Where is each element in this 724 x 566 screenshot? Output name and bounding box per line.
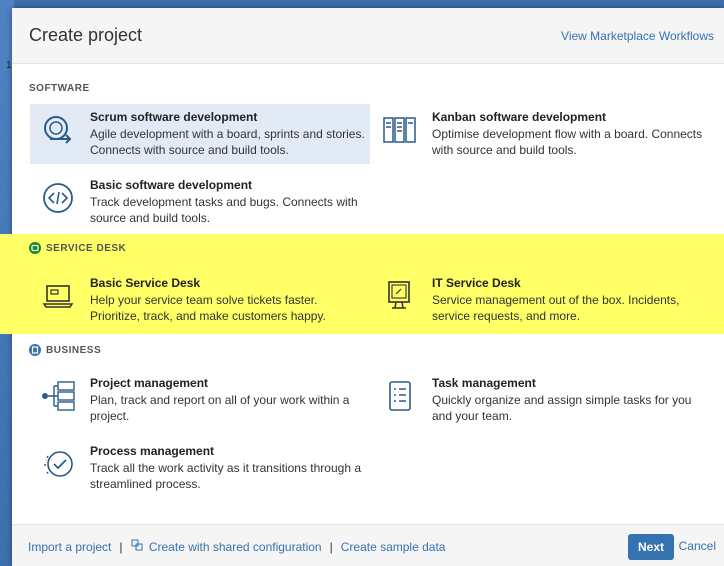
card-description: Optimise development flow with a board. …	[432, 127, 703, 157]
card-title: Task management	[432, 376, 536, 390]
card-description: Quickly organize and assign simple tasks…	[432, 393, 692, 423]
card-title: Basic software development	[90, 178, 253, 192]
project-type-it-service-desk[interactable]: IT Service Desk Service management out o…	[372, 270, 712, 330]
section-header-business: BUSINESS	[29, 340, 101, 360]
project-type-basic-service-desk[interactable]: Basic Service Desk Help your service tea…	[30, 270, 370, 330]
project-type-process-management[interactable]: Process management Track all the work ac…	[30, 438, 370, 498]
card-description: Agile development with a board, sprints …	[90, 127, 365, 157]
card-title: Project management	[90, 376, 209, 390]
footer-separator: |	[119, 539, 123, 554]
footer-separator: |	[329, 539, 333, 554]
laptop-icon	[40, 278, 76, 314]
cancel-link[interactable]: Cancel	[679, 539, 716, 553]
card-title: Kanban software development	[432, 110, 607, 124]
process-check-icon	[40, 446, 76, 482]
dialog-header: Create project View Marketplace Workflow…	[12, 8, 724, 64]
card-description: Track development tasks and bugs. Connec…	[90, 195, 358, 225]
project-type-basic-software[interactable]: Basic software development Track develop…	[30, 172, 370, 232]
section-label: SERVICE DESK	[46, 242, 127, 254]
card-title: Scrum software development	[90, 110, 258, 124]
card-description: Service management out of the box. Incid…	[432, 293, 680, 323]
project-type-task-management[interactable]: Task management Quickly organize and ass…	[372, 370, 712, 430]
task-list-icon	[382, 378, 418, 414]
project-type-kanban[interactable]: Kanban software development Optimise dev…	[372, 104, 712, 164]
business-badge-icon	[29, 344, 41, 356]
code-brackets-icon	[40, 180, 76, 216]
dialog-title: Create project	[29, 25, 143, 45]
scrum-cycle-icon	[40, 112, 76, 148]
dialog-body: SOFTWARE Scrum software development Agil…	[0, 64, 724, 534]
create-shared-config-label: Create with shared configuration	[148, 540, 322, 554]
project-tree-icon	[40, 378, 76, 414]
section-header-software: SOFTWARE	[29, 78, 90, 98]
card-description: Plan, track and report on all of your wo…	[90, 393, 350, 423]
kanban-columns-icon	[382, 112, 418, 148]
shared-config-icon	[131, 539, 143, 551]
create-shared-config-link[interactable]: Create with shared configuration	[131, 539, 322, 554]
create-project-dialog: Create project View Marketplace Workflow…	[0, 8, 724, 566]
project-type-scrum[interactable]: Scrum software development Agile develop…	[30, 104, 370, 164]
card-title: IT Service Desk	[432, 276, 521, 290]
footer-links: Import a project | Create with shared co…	[28, 539, 445, 554]
import-project-link[interactable]: Import a project	[28, 540, 111, 554]
card-title: Basic Service Desk	[90, 276, 201, 290]
monitor-icon	[382, 278, 418, 314]
project-type-project-management[interactable]: Project management Plan, track and repor…	[30, 370, 370, 430]
service-desk-badge-icon	[29, 242, 41, 254]
dialog-footer: Import a project | Create with shared co…	[12, 524, 724, 566]
background-text: 1	[6, 60, 12, 71]
card-description: Track all the work activity as it transi…	[90, 461, 361, 491]
create-sample-data-link[interactable]: Create sample data	[341, 540, 446, 554]
section-label: SOFTWARE	[29, 82, 90, 94]
view-marketplace-workflows-link[interactable]: View Marketplace Workflows	[561, 29, 714, 43]
next-button[interactable]: Next	[627, 534, 674, 560]
card-title: Process management	[90, 444, 215, 458]
section-label: BUSINESS	[46, 344, 102, 356]
section-header-service-desk: SERVICE DESK	[29, 238, 126, 258]
card-description: Help your service team solve tickets fas…	[90, 293, 326, 323]
